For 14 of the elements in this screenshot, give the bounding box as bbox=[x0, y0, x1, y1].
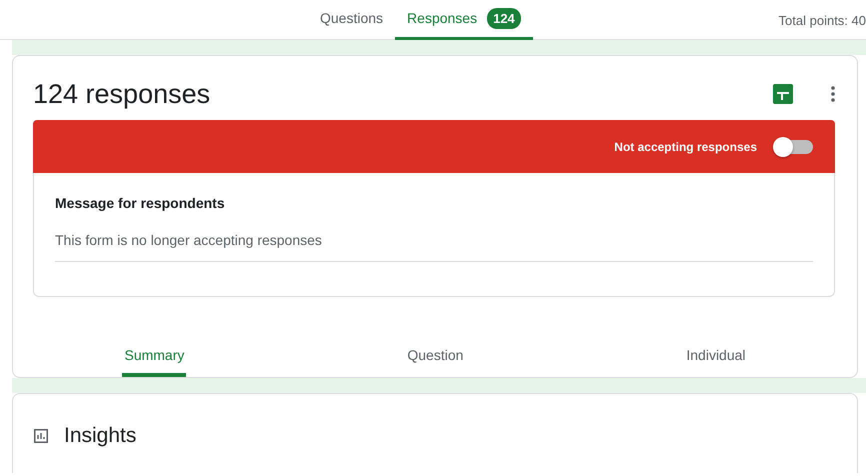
message-field[interactable]: This form is no longer accepting responses bbox=[55, 224, 813, 262]
more-options-icon[interactable] bbox=[831, 86, 835, 102]
responses-title: 124 responses bbox=[33, 78, 212, 110]
insights-icon bbox=[34, 429, 48, 444]
message-label: Message for respondents bbox=[55, 194, 226, 214]
accepting-toggle[interactable] bbox=[773, 138, 815, 156]
count-badge: 124 bbox=[487, 8, 521, 30]
insights-heading: Insights bbox=[64, 423, 136, 450]
spreadsheet-icon[interactable] bbox=[773, 84, 793, 104]
view-tab[interactable]: Individual bbox=[684, 337, 748, 378]
accepting-label: Not accepting responses bbox=[614, 138, 757, 156]
view-tab[interactable]: Question bbox=[405, 337, 466, 378]
total-points: Total points: 40 bbox=[778, 12, 866, 30]
top-tab[interactable]: Questions bbox=[308, 0, 396, 40]
